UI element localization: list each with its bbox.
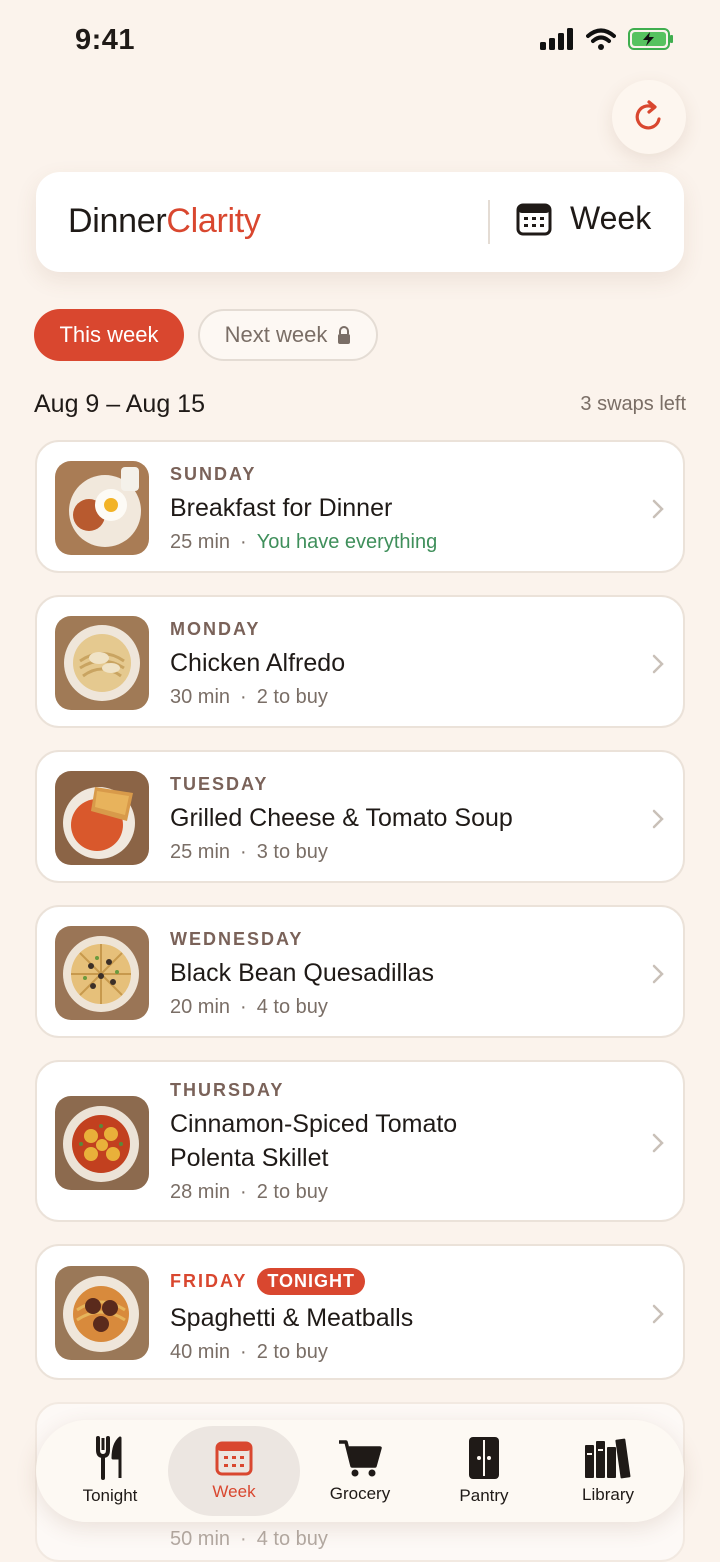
chevron-right-icon xyxy=(652,654,664,674)
tab-grocery[interactable]: Grocery xyxy=(298,1420,422,1522)
status-bar: 9:41 xyxy=(0,0,720,80)
meal-card-tuesday[interactable]: TUESDAY Grilled Cheese & Tomato Soup 25 … xyxy=(35,750,685,883)
meal-text: FRIDAY TONIGHT Spaghetti & Meatballs 40 … xyxy=(170,1268,623,1364)
meal-day: THURSDAY xyxy=(170,1080,285,1100)
header-divider xyxy=(488,200,490,244)
meal-text: TUESDAY Grilled Cheese & Tomato Soup 25 … xyxy=(170,774,623,864)
meal-day: MONDAY xyxy=(170,619,261,639)
meal-card-friday[interactable]: FRIDAY TONIGHT Spaghetti & Meatballs 40 … xyxy=(35,1244,685,1380)
books-icon xyxy=(585,1438,631,1479)
chevron-right-icon xyxy=(652,1304,664,1324)
tab-week-label: Week xyxy=(212,1482,256,1501)
refresh-button[interactable] xyxy=(612,80,686,154)
tab-library[interactable]: Library xyxy=(546,1420,670,1522)
tab-pantry-label: Pantry xyxy=(459,1486,509,1505)
tab-library-label: Library xyxy=(582,1485,634,1504)
meal-name: Breakfast for Dinner xyxy=(170,494,393,522)
tab-bar: Tonight Week Grocery Pantry Library xyxy=(36,1420,684,1522)
view-label: Week xyxy=(570,200,652,236)
meal-photo xyxy=(55,1096,149,1190)
meal-meta: 40 min · 2 to buy xyxy=(170,1341,328,1363)
meal-status: 2 to buy xyxy=(256,686,328,708)
meal-status: 4 to buy xyxy=(256,1528,328,1550)
meal-card-sunday[interactable]: SUNDAY Breakfast for Dinner 25 min · You h… xyxy=(35,440,685,573)
meal-day: TUESDAY xyxy=(170,774,269,794)
meal-day: SUNDAY xyxy=(170,464,257,484)
meal-meta: 20 min · 4 to buy xyxy=(170,996,328,1018)
fork-knife-icon xyxy=(96,1436,122,1480)
meal-photo xyxy=(55,461,149,555)
meal-card-wednesday[interactable]: WEDNESDAY Black Bean Quesadillas 20 min ·… xyxy=(35,905,685,1038)
chevron-right-icon xyxy=(652,499,664,519)
tab-pantry[interactable]: Pantry xyxy=(422,1420,546,1522)
battery-icon xyxy=(628,28,673,50)
calendar-icon xyxy=(215,1441,253,1476)
meal-photo xyxy=(55,616,149,710)
view-switch-button[interactable]: Week xyxy=(516,200,651,237)
tab-tonight-label: Tonight xyxy=(82,1486,138,1505)
tab-week[interactable]: Week xyxy=(168,1426,300,1516)
meal-status: 2 to buy xyxy=(256,1341,328,1363)
wifi-icon xyxy=(586,28,616,50)
meal-time: 40 min xyxy=(170,1341,231,1363)
chevron-right-icon xyxy=(652,964,664,984)
lock-icon xyxy=(338,326,351,344)
tab-grocery-label: Grocery xyxy=(329,1484,391,1503)
meal-photo xyxy=(55,926,149,1020)
pantry-icon xyxy=(469,1437,499,1479)
swaps-left: 3 swaps left xyxy=(580,393,686,415)
meal-time: 30 min xyxy=(170,686,231,708)
meal-meta: 25 min · 3 to buy xyxy=(170,841,328,863)
chevron-right-icon xyxy=(652,1133,664,1153)
meal-meta: 30 min · 2 to buy xyxy=(170,686,328,708)
chevron-right-icon xyxy=(652,809,664,829)
meal-status: You have everything xyxy=(256,531,438,553)
refresh-icon xyxy=(635,100,661,130)
brand-part1: Dinner xyxy=(68,202,167,240)
meal-card-monday[interactable]: MONDAY Chicken Alfredo 30 min · 2 to buy xyxy=(35,595,685,728)
status-time: 9:41 xyxy=(75,24,136,56)
header-card: DinnerClarity Week xyxy=(36,172,684,272)
meal-meta: 28 min · 2 to buy xyxy=(170,1181,328,1203)
meal-photo xyxy=(55,771,149,865)
meal-text: SUNDAY Breakfast for Dinner 25 min · You h… xyxy=(170,464,623,554)
meal-time: 28 min xyxy=(170,1181,231,1203)
meal-day-label: FRIDAY xyxy=(170,1271,248,1291)
calendar-icon xyxy=(516,203,552,235)
tonight-badge: TONIGHT xyxy=(257,1268,366,1295)
cart-icon xyxy=(339,1440,382,1477)
brand-part2: Clarity xyxy=(166,202,261,240)
meal-card-thursday[interactable]: THURSDAY Cinnamon-Spiced Tomato Polenta … xyxy=(35,1060,685,1222)
tab-tonight[interactable]: Tonight xyxy=(48,1420,172,1522)
meal-time: 25 min xyxy=(170,841,231,863)
meal-day: WEDNESDAY xyxy=(170,929,304,949)
status-icons xyxy=(540,28,674,50)
meal-name: Spaghetti & Meatballs xyxy=(170,1304,414,1332)
meal-text: MONDAY Chicken Alfredo 30 min · 2 to buy xyxy=(170,619,623,709)
meal-name: Cinnamon-Spiced Tomato Polenta Skillet xyxy=(170,1110,458,1172)
signal-icon xyxy=(540,28,573,50)
meal-name: Grilled Cheese & Tomato Soup xyxy=(170,804,513,832)
meal-time: 25 min xyxy=(170,531,231,553)
meal-time: 50 min xyxy=(170,1528,231,1550)
meal-text: THURSDAY Cinnamon-Spiced Tomato Polenta … xyxy=(170,1080,623,1204)
tab-next-week-label: Next week xyxy=(224,322,328,347)
meal-meta: 25 min · You have everything xyxy=(170,531,438,553)
meal-photo xyxy=(55,1266,149,1360)
meal-status: 4 to buy xyxy=(256,996,328,1018)
meal-status: 3 to buy xyxy=(256,841,328,863)
meal-meta: 50 min · 4 to buy xyxy=(170,1528,328,1550)
meal-day: FRIDAY TONIGHT xyxy=(170,1268,623,1295)
meal-name: Black Bean Quesadillas xyxy=(170,959,435,987)
app-logo: DinnerClarity xyxy=(68,202,261,241)
date-range-row: Aug 9 – Aug 15 3 swaps left xyxy=(34,390,686,419)
tab-next-week[interactable]: Next week xyxy=(198,309,378,361)
meal-status: 2 to buy xyxy=(256,1181,328,1203)
date-range: Aug 9 – Aug 15 xyxy=(34,390,205,418)
tab-this-week[interactable]: This week xyxy=(34,309,184,361)
meal-name: Chicken Alfredo xyxy=(170,649,346,677)
meal-time: 20 min xyxy=(170,996,231,1018)
meal-text: WEDNESDAY Black Bean Quesadillas 20 min ·… xyxy=(170,929,623,1019)
week-tabs: This week Next week xyxy=(34,309,378,361)
